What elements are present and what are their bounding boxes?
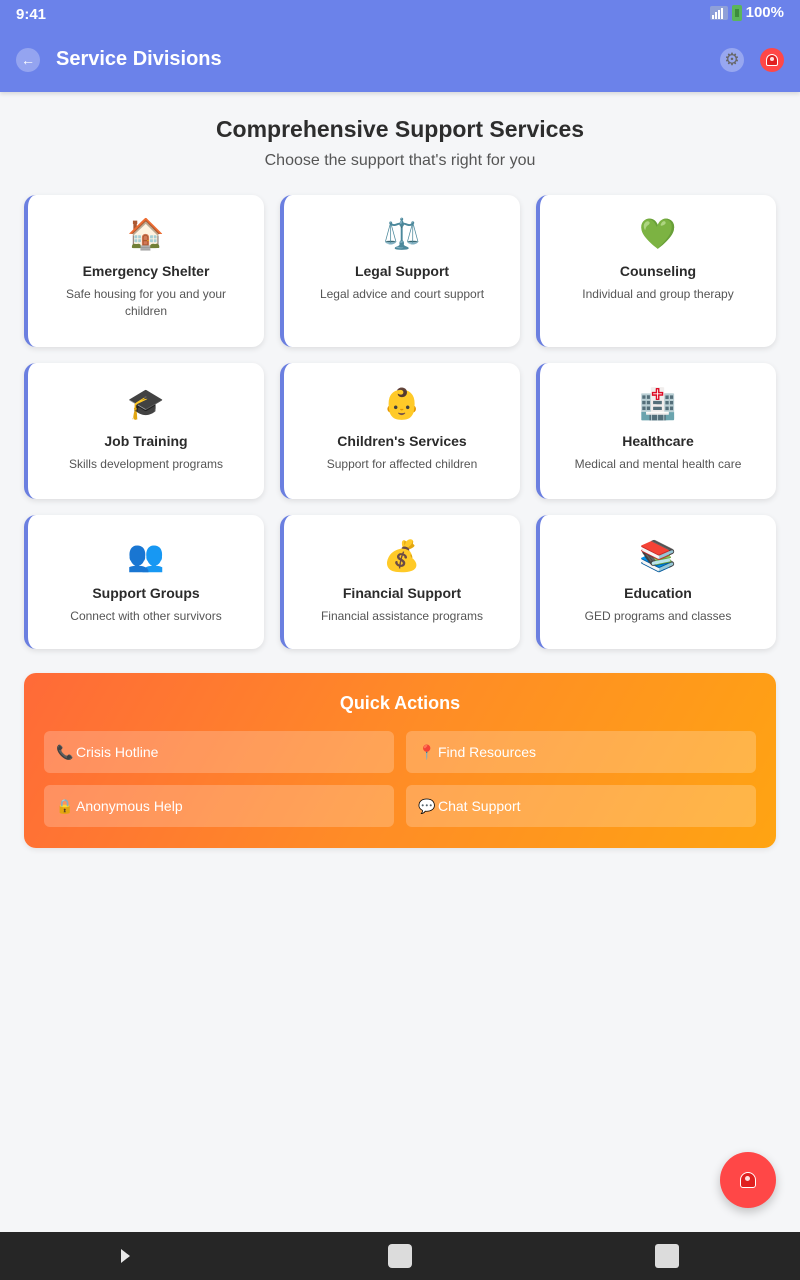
app-bar: ← Service Divisions ⚙ <box>0 38 800 84</box>
status-bar: 9:41 100% <box>0 0 800 30</box>
phone-icon: 📞 <box>56 743 74 760</box>
quick-action-label: Crisis Hotline <box>76 744 159 760</box>
nav-back-button[interactable] <box>121 1249 130 1263</box>
settings-button[interactable]: ⚙ <box>720 48 744 72</box>
service-description: Skills development programs <box>68 457 224 471</box>
service-description: Support for affected children <box>326 457 478 471</box>
system-nav-bar <box>0 1232 800 1280</box>
pin-icon: 📍 <box>418 743 436 760</box>
arrow-left-icon: ← <box>21 52 35 68</box>
graduation-cap-icon: 🎓 <box>127 388 165 421</box>
back-button[interactable]: ← <box>16 48 40 72</box>
service-card-legal-support[interactable]: ⚖️ Legal Support Legal advice and court … <box>280 195 520 347</box>
service-description: Connect with other survivors <box>70 609 222 623</box>
quick-actions-grid: 📞 Crisis Hotline 📍 Find Resources 🔒 Anon… <box>44 731 756 827</box>
service-card-healthcare[interactable]: 🏥 Healthcare Medical and mental health c… <box>536 363 776 499</box>
service-card-support-groups[interactable]: 👥 Support Groups Connect with other surv… <box>24 515 264 649</box>
section-title: Comprehensive Support Services <box>215 116 585 142</box>
quick-actions-panel: Quick Actions 📞 Crisis Hotline 📍 Find Re… <box>24 673 776 848</box>
quick-action-label: Find Resources <box>438 744 537 760</box>
service-title: Emergency Shelter <box>82 263 210 279</box>
quick-action-label: Chat Support <box>438 798 521 814</box>
service-title: Healthcare <box>622 433 694 449</box>
status-time: 9:41 <box>16 6 47 23</box>
service-card-education[interactable]: 📚 Education GED programs and classes <box>536 515 776 649</box>
scales-icon: ⚖️ <box>383 218 421 251</box>
books-icon: 📚 <box>639 540 677 573</box>
siren-icon <box>766 54 778 66</box>
quick-action-label: Anonymous Help <box>76 798 183 814</box>
crisis-hotline-button[interactable]: 📞 Crisis Hotline <box>44 731 394 773</box>
page-title: Service Divisions <box>56 48 222 70</box>
emergency-fab[interactable] <box>720 1152 776 1208</box>
chat-support-button[interactable]: 💬 Chat Support <box>406 785 756 827</box>
service-description: GED programs and classes <box>584 609 732 623</box>
service-description: Legal advice and court support <box>319 287 485 301</box>
section-subtitle: Choose the support that's right for you <box>264 152 536 169</box>
service-title: Financial Support <box>342 585 462 601</box>
service-description: Medical and mental health care <box>574 457 742 471</box>
people-icon: 👥 <box>127 540 165 573</box>
battery-icon <box>731 4 742 21</box>
anonymous-help-button[interactable]: 🔒 Anonymous Help <box>44 785 394 827</box>
house-icon: 🏠 <box>127 218 165 251</box>
money-bag-icon: 💰 <box>383 540 421 573</box>
service-description: Safe housing for you and your children <box>65 287 227 318</box>
gear-icon: ⚙ <box>724 50 740 69</box>
lock-icon: 🔒 <box>56 797 74 814</box>
emergency-button[interactable] <box>760 48 784 72</box>
service-title: Counseling <box>619 263 697 279</box>
service-title: Children's Services <box>337 433 467 449</box>
nav-recents-button[interactable] <box>655 1244 679 1268</box>
service-description: Financial assistance programs <box>320 609 484 623</box>
service-title: Job Training <box>104 433 188 449</box>
service-card-counseling[interactable]: 💚 Counseling Individual and group therap… <box>536 195 776 347</box>
service-card-emergency-shelter[interactable]: 🏠 Emergency Shelter Safe housing for you… <box>24 195 264 347</box>
service-description: Individual and group therapy <box>582 287 734 301</box>
header: 9:41 100% ← Service Divisions ⚙ <box>0 0 800 92</box>
siren-icon <box>740 1172 756 1188</box>
find-resources-button[interactable]: 📍 Find Resources <box>406 731 756 773</box>
signal-icon <box>709 5 728 20</box>
speech-bubble-icon: 💬 <box>418 797 436 814</box>
service-card-childrens-services[interactable]: 👶 Children's Services Support for affect… <box>280 363 520 499</box>
battery-level: 100% <box>745 4 784 21</box>
service-card-job-training[interactable]: 🎓 Job Training Skills development progra… <box>24 363 264 499</box>
hospital-icon: 🏥 <box>639 388 677 421</box>
service-title: Legal Support <box>354 263 450 279</box>
quick-actions-title: Quick Actions <box>339 693 461 713</box>
baby-icon: 👶 <box>383 388 421 421</box>
green-heart-icon: 💚 <box>639 218 677 251</box>
services-grid: 🏠 Emergency Shelter Safe housing for you… <box>24 195 776 649</box>
service-title: Support Groups <box>92 585 200 601</box>
service-card-financial-support[interactable]: 💰 Financial Support Financial assistance… <box>280 515 520 649</box>
service-title: Education <box>624 585 692 601</box>
nav-home-button[interactable] <box>388 1244 412 1268</box>
screen: 9:41 100% ← Service Divisions ⚙ Comprehe… <box>0 0 800 1280</box>
status-indicators: 100% <box>709 4 784 21</box>
